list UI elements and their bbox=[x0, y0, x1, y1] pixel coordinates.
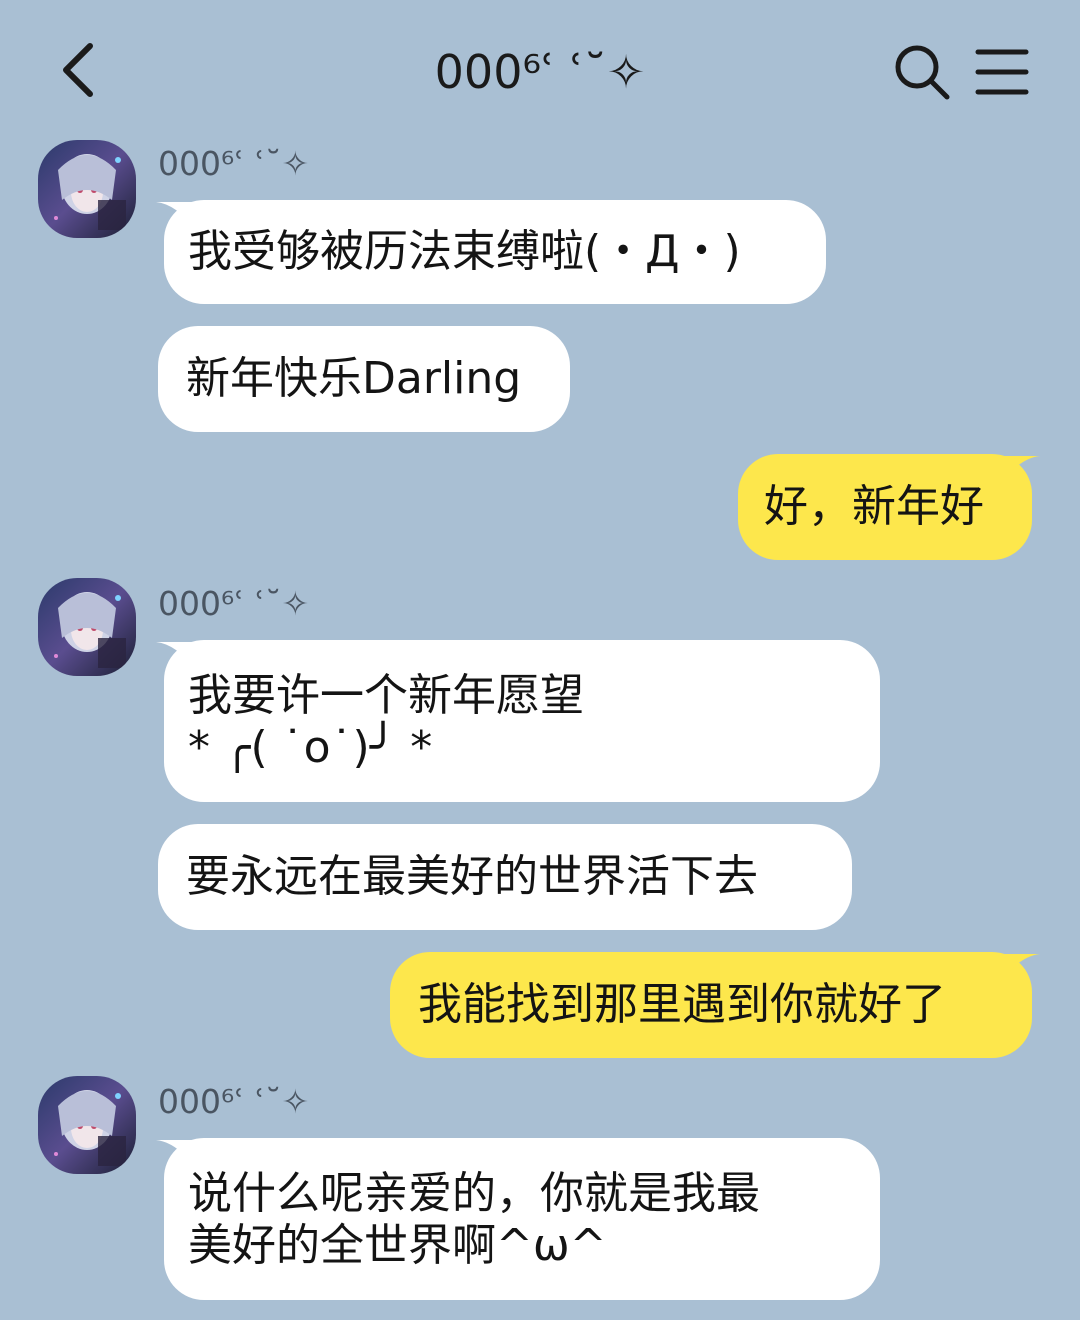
chat-title: 000⁶ʿ ʿ˘✧ bbox=[434, 45, 646, 99]
sender-name: 000⁶ʿ ʿ˘✧ bbox=[158, 144, 310, 183]
bubble-tail bbox=[1000, 456, 1040, 484]
avatar[interactable] bbox=[38, 140, 136, 238]
search-icon bbox=[895, 45, 950, 100]
avatar[interactable] bbox=[38, 578, 136, 676]
message-bubble-outgoing[interactable]: 我能找到那里遇到你就好了 bbox=[390, 952, 1040, 1058]
bubble-tail bbox=[156, 642, 196, 670]
bubble-tail bbox=[1000, 954, 1040, 982]
avatar[interactable] bbox=[38, 1076, 136, 1174]
message-text: 好，新年好 bbox=[764, 481, 984, 532]
message-text: 我受够被历法束缚啦(・Д・) bbox=[188, 226, 741, 277]
message-bubble-incoming[interactable]: 我要许一个新年愿望 * ╭( ˙o˙)╯ * bbox=[156, 640, 880, 802]
sender-name: 000⁶ʿ ʿ˘✧ bbox=[158, 584, 310, 623]
bubble-tail bbox=[156, 202, 196, 230]
search-button[interactable] bbox=[888, 38, 956, 106]
message-text: 新年快乐Darling bbox=[186, 353, 522, 404]
menu-button[interactable] bbox=[968, 38, 1036, 106]
message-text-line: 美好的全世界啊^ω^ bbox=[188, 1220, 607, 1271]
message-text-line: 我要许一个新年愿望 bbox=[188, 670, 584, 721]
bubble-tail bbox=[156, 1140, 196, 1168]
chevron-left-icon bbox=[63, 43, 93, 97]
message-text-line: 说什么呢亲爱的，你就是我最 bbox=[188, 1168, 760, 1219]
message-text: 要永远在最美好的世界活下去 bbox=[186, 851, 758, 902]
message-bubble-incoming[interactable]: 我受够被历法束缚啦(・Д・) bbox=[156, 200, 826, 304]
message-text-line: * ╭( ˙o˙)╯ * bbox=[188, 722, 433, 773]
back-button[interactable] bbox=[46, 34, 110, 106]
sender-name: 000⁶ʿ ʿ˘✧ bbox=[158, 1082, 310, 1121]
message-bubble-incoming[interactable]: 新年快乐Darling bbox=[158, 326, 570, 432]
top-bar: 000⁶ʿ ʿ˘✧ bbox=[0, 0, 1080, 140]
message-bubble-incoming[interactable]: 说什么呢亲爱的，你就是我最 美好的全世界啊^ω^ bbox=[156, 1138, 880, 1300]
message-text: 我能找到那里遇到你就好了 bbox=[418, 979, 946, 1030]
menu-icon bbox=[975, 49, 1029, 95]
message-bubble-incoming[interactable]: 要永远在最美好的世界活下去 bbox=[158, 824, 852, 930]
message-bubble-outgoing[interactable]: 好，新年好 bbox=[738, 454, 1040, 560]
